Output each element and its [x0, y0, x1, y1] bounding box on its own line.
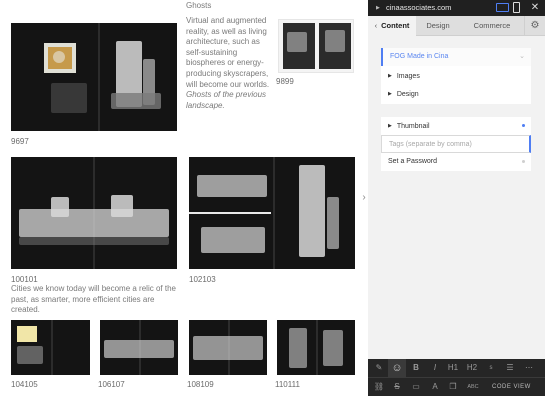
- set-password-label: Set a Password: [388, 158, 438, 165]
- panel-tabs: ‹ Content Design Commerce ⚙: [368, 16, 545, 36]
- thumbnail-section[interactable]: ▶ Thumbnail: [381, 117, 531, 135]
- link-icon[interactable]: ⛓: [370, 378, 388, 396]
- caption-104105: 104105: [11, 380, 38, 389]
- tab-commerce[interactable]: Commerce: [460, 16, 524, 36]
- image-110111[interactable]: [277, 320, 355, 375]
- stamp-image: [44, 43, 76, 73]
- pencil-icon[interactable]: ✎: [370, 359, 388, 377]
- image-9697[interactable]: [11, 23, 177, 131]
- caption-9899: 9899: [276, 77, 294, 86]
- tab-design[interactable]: Design: [416, 16, 460, 36]
- spellcheck-button[interactable]: ABC: [464, 378, 482, 396]
- more-icon[interactable]: ⋯: [520, 359, 538, 377]
- image-104105[interactable]: [11, 320, 90, 375]
- ghosts-paragraph: Virtual and augmented reality, as well a…: [186, 16, 272, 111]
- project-title-field[interactable]: FOG Made in Cina ⌄: [381, 48, 531, 66]
- project-gallery: 9697 Ghosts Virtual and augmented realit…: [0, 0, 368, 396]
- project-meta-card: ▶ Thumbnail Tags (separate by comma) Set …: [381, 117, 531, 171]
- strikethrough-icon[interactable]: S: [388, 378, 406, 396]
- images-section[interactable]: ▶ Images: [381, 67, 531, 85]
- design-label: Design: [396, 91, 419, 98]
- caption-106107: 106107: [98, 380, 125, 389]
- chevron-down-icon: ⌄: [519, 53, 525, 60]
- chevron-left-icon: ‹: [374, 21, 378, 30]
- small-text-icon[interactable]: s: [482, 359, 500, 377]
- image-102103[interactable]: [189, 157, 355, 269]
- ghosts-italic-text: Ghosts of the previous landscape.: [186, 90, 267, 110]
- tab-content[interactable]: ‹ Content: [368, 16, 416, 36]
- align-left-icon[interactable]: ☰: [501, 359, 519, 377]
- set-password-field[interactable]: Set a Password: [381, 153, 531, 171]
- note-image: [17, 326, 37, 342]
- design-section[interactable]: ▶ Design: [381, 85, 531, 103]
- italic-button[interactable]: I: [426, 359, 444, 377]
- toolbar-row: ✎ ☺ B I H1 H2 s ☰ ⋯: [368, 359, 545, 378]
- status-dot: [522, 124, 525, 127]
- heading2-button[interactable]: H2: [463, 359, 481, 377]
- image-100101[interactable]: [11, 157, 177, 269]
- image-106107[interactable]: [100, 320, 178, 375]
- status-dot: [522, 160, 525, 163]
- images-label: Images: [396, 73, 420, 80]
- play-icon: ▶: [376, 5, 380, 11]
- tags-input[interactable]: Tags (separate by comma): [381, 135, 531, 153]
- format-toolbar: ✎ ☺ B I H1 H2 s ☰ ⋯ ⛓ S ▭ A ❐ ABC CODE V…: [368, 359, 545, 396]
- cities-paragraph: Cities we know today will become a relic…: [11, 284, 176, 315]
- caption-9697: 9697: [11, 137, 29, 146]
- clipboard-icon[interactable]: ❐: [444, 378, 462, 396]
- caption-108109: 108109: [187, 380, 214, 389]
- caption-102103: 102103: [189, 275, 216, 284]
- project-title-value: FOG Made in Cina: [390, 53, 449, 60]
- tab-content-label: Content: [381, 21, 410, 30]
- emoji-icon[interactable]: ☺: [388, 359, 406, 377]
- collapse-panel-arrow-icon[interactable]: ›: [360, 191, 368, 205]
- tags-placeholder: Tags (separate by comma): [389, 141, 472, 148]
- caption-110111: 110111: [275, 380, 300, 389]
- expand-icon: ▶: [388, 73, 392, 79]
- close-icon[interactable]: ✕: [528, 0, 542, 16]
- editor-panel: ▶ cinaassociates.com ✕ ‹ Content Design C…: [368, 0, 545, 396]
- project-settings-card: FOG Made in Cina ⌄ ▶ Images ▶ Design: [381, 48, 531, 104]
- image-108109[interactable]: [189, 320, 267, 375]
- thumbnail-label: Thumbnail: [396, 123, 430, 130]
- desktop-view-icon[interactable]: [496, 3, 509, 12]
- expand-icon: ▶: [388, 91, 392, 97]
- image-9899[interactable]: [278, 19, 354, 73]
- image-icon[interactable]: ▭: [407, 378, 425, 396]
- gear-icon[interactable]: ⚙: [524, 16, 545, 36]
- mobile-view-icon[interactable]: [513, 2, 520, 13]
- ghosts-title: Ghosts: [186, 1, 212, 10]
- code-view-button[interactable]: CODE VIEW: [492, 380, 531, 394]
- heading1-button[interactable]: H1: [444, 359, 462, 377]
- bold-button[interactable]: B: [407, 359, 425, 377]
- expand-icon: ▶: [388, 123, 392, 129]
- site-url: cinaassociates.com: [385, 3, 452, 12]
- ghosts-text: Virtual and augmented reality, as well a…: [186, 16, 270, 89]
- font-icon[interactable]: A: [426, 378, 444, 396]
